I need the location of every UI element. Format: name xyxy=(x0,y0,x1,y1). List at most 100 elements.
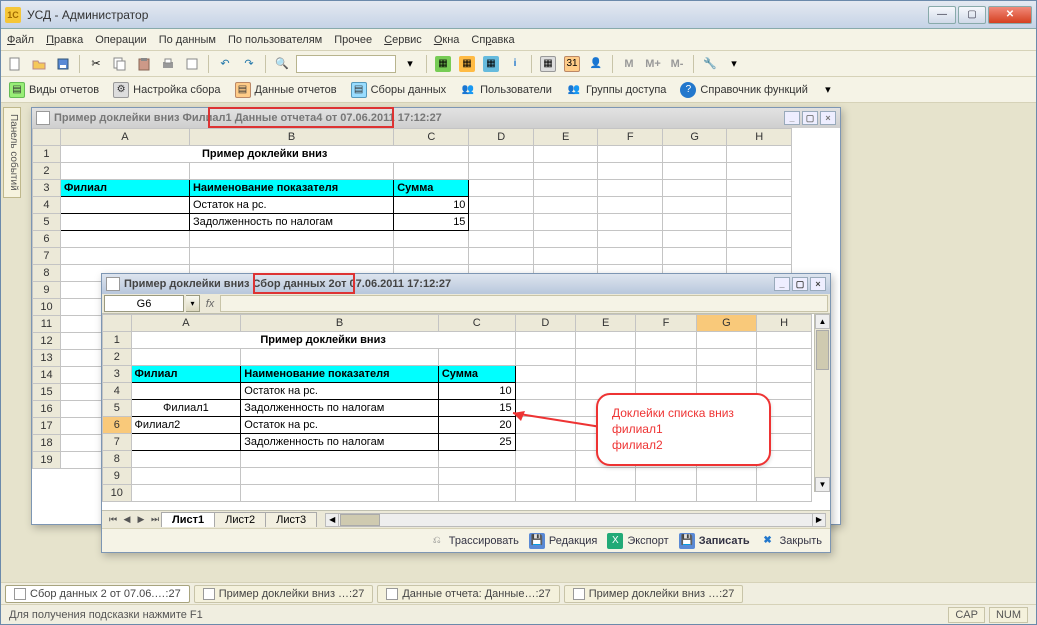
child1-close[interactable]: × xyxy=(820,111,836,125)
sheet-tab-2[interactable]: Лист2 xyxy=(214,512,266,527)
child1-max[interactable]: ▢ xyxy=(802,111,818,125)
formula-bar: G6 ▾ fx xyxy=(102,294,830,314)
print-icon[interactable] xyxy=(158,54,178,74)
tab-nav-next[interactable]: ▶ xyxy=(134,514,148,525)
menu-by-data[interactable]: По данным xyxy=(159,34,216,46)
events-panel-tab[interactable]: Панель событий xyxy=(3,107,21,198)
mod-access-groups[interactable]: 👥Группы доступа xyxy=(562,80,670,100)
m-plus-icon[interactable]: M+ xyxy=(643,54,663,74)
groups-icon: 👥 xyxy=(566,82,582,98)
edit-icon: 💾 xyxy=(529,533,545,549)
mdi-taskbar: Сбор данных 2 от 07.06.…:27 Пример докле… xyxy=(1,582,1036,604)
status-num: NUM xyxy=(989,607,1028,623)
gear-icon: ⚙ xyxy=(113,82,129,98)
open-icon[interactable] xyxy=(29,54,49,74)
minimize-button[interactable]: — xyxy=(928,6,956,24)
copy-icon[interactable] xyxy=(110,54,130,74)
calc-icon[interactable]: ▦ xyxy=(538,54,558,74)
doc-icon xyxy=(106,277,120,291)
child2-max[interactable]: ▢ xyxy=(792,277,808,291)
mod-collection-setup[interactable]: ⚙Настройка сбора xyxy=(109,80,224,100)
excel-icon: X xyxy=(607,533,623,549)
tab-nav-first[interactable]: ⏮ xyxy=(106,514,120,525)
name-box[interactable]: G6 xyxy=(104,295,184,312)
settings-icon[interactable]: 🔧 xyxy=(700,54,720,74)
mod-func-ref[interactable]: ?Справочник функций xyxy=(676,80,811,100)
menu-edit[interactable]: Правка xyxy=(46,34,83,46)
menu-operations[interactable]: Операции xyxy=(95,34,146,46)
task-item-4[interactable]: Пример доклейки вниз …:27 xyxy=(564,585,744,603)
report-icon: ▤ xyxy=(9,82,25,98)
save-button[interactable]: 💾Записать xyxy=(679,533,750,549)
child2-close[interactable]: × xyxy=(810,277,826,291)
menu-by-users[interactable]: По пользователям xyxy=(228,34,322,46)
sheet-tab-1[interactable]: Лист1 xyxy=(161,512,215,527)
namebox-dd-icon[interactable]: ▾ xyxy=(186,295,200,312)
trace-button[interactable]: ⎌Трассировать xyxy=(429,533,519,549)
edit-button[interactable]: 💾Редакция xyxy=(529,533,597,549)
calendar-icon[interactable]: 31 xyxy=(562,54,582,74)
mod-report-data[interactable]: ▤Данные отчетов xyxy=(231,80,341,100)
mod-report-types[interactable]: ▤Виды отчетов xyxy=(5,80,103,100)
app-icon: 1C xyxy=(5,7,21,23)
tool-a-icon[interactable]: ▦ xyxy=(433,54,453,74)
task-item-2[interactable]: Пример доклейки вниз …:27 xyxy=(194,585,374,603)
scroll-down-icon[interactable]: ▼ xyxy=(815,477,830,492)
menubar: Файл Правка Операции По данным По пользо… xyxy=(1,29,1036,51)
redo-icon[interactable]: ↷ xyxy=(239,54,259,74)
tool-c-icon[interactable]: ▦ xyxy=(481,54,501,74)
toolbar-main: ✂ ↶ ↷ 🔍 ▾ ▦ ▦ ▦ i ▦ 31 👤 M M+ M- 🔧 ▾ xyxy=(1,51,1036,77)
search-icon[interactable]: 🔍 xyxy=(272,54,292,74)
close-button-child[interactable]: ✖Закрыть xyxy=(760,533,822,549)
task-item-1[interactable]: Сбор данных 2 от 07.06.…:27 xyxy=(5,585,190,603)
m-icon[interactable]: M xyxy=(619,54,639,74)
tab-nav-last[interactable]: ⏭ xyxy=(148,514,162,525)
preview-icon[interactable] xyxy=(182,54,202,74)
child1-min[interactable]: _ xyxy=(784,111,800,125)
app-window: 1C УСД - Администратор — ▢ ✕ Файл Правка… xyxy=(0,0,1037,625)
toolbar2-dd-icon[interactable]: ▾ xyxy=(818,80,838,100)
task-item-3[interactable]: Данные отчета: Данные…:27 xyxy=(377,585,559,603)
menu-help[interactable]: Справка xyxy=(471,34,514,46)
trace-icon: ⎌ xyxy=(429,533,445,549)
paste-icon[interactable] xyxy=(134,54,154,74)
new-icon[interactable] xyxy=(5,54,25,74)
fx-icon[interactable]: fx xyxy=(202,298,218,310)
formula-input[interactable] xyxy=(220,295,828,312)
dropdown-icon[interactable]: ▾ xyxy=(400,54,420,74)
tab-nav-prev[interactable]: ◀ xyxy=(120,514,134,525)
sheet-tab-3[interactable]: Лист3 xyxy=(265,512,317,527)
cut-icon[interactable]: ✂ xyxy=(86,54,106,74)
export-button[interactable]: XЭкспорт xyxy=(607,533,668,549)
settings-dd-icon[interactable]: ▾ xyxy=(724,54,744,74)
mod-users[interactable]: 👥Пользователи xyxy=(456,80,556,100)
mod-collections[interactable]: ▤Сборы данных xyxy=(347,80,451,100)
menu-windows[interactable]: Окна xyxy=(434,34,460,46)
maximize-button[interactable]: ▢ xyxy=(958,6,986,24)
scroll-up-icon[interactable]: ▲ xyxy=(815,314,830,329)
doc-icon xyxy=(36,111,50,125)
undo-icon[interactable]: ↶ xyxy=(215,54,235,74)
users-icon: 👥 xyxy=(460,82,476,98)
child1-titlebar[interactable]: Пример доклейки вниз Филиал1 Данные отче… xyxy=(32,108,840,128)
hscrollbar[interactable]: ◀▶ xyxy=(325,513,826,527)
menu-other[interactable]: Прочее xyxy=(334,34,372,46)
vscrollbar[interactable]: ▲ ▼ xyxy=(814,314,830,492)
toolbar-modules: ▤Виды отчетов ⚙Настройка сбора ▤Данные о… xyxy=(1,77,1036,103)
tool-b-icon[interactable]: ▦ xyxy=(457,54,477,74)
child2-min[interactable]: _ xyxy=(774,277,790,291)
status-hint: Для получения подсказки нажмите F1 xyxy=(9,609,203,621)
m-minus-icon[interactable]: M- xyxy=(667,54,687,74)
save-icon[interactable] xyxy=(53,54,73,74)
workspace: Панель событий Пример доклейки вниз Фили… xyxy=(1,103,1036,582)
search-input[interactable] xyxy=(296,55,396,73)
menu-file[interactable]: Файл xyxy=(7,34,34,46)
collect-icon: ▤ xyxy=(351,82,367,98)
close-button[interactable]: ✕ xyxy=(988,6,1032,24)
scroll-thumb[interactable] xyxy=(816,330,829,370)
user-icon[interactable]: 👤 xyxy=(586,54,606,74)
child2-titlebar[interactable]: Пример доклейки вниз Сбор данных 2 от 07… xyxy=(102,274,830,294)
close-icon: ✖ xyxy=(760,533,776,549)
menu-service[interactable]: Сервис xyxy=(384,34,422,46)
info-icon[interactable]: i xyxy=(505,54,525,74)
